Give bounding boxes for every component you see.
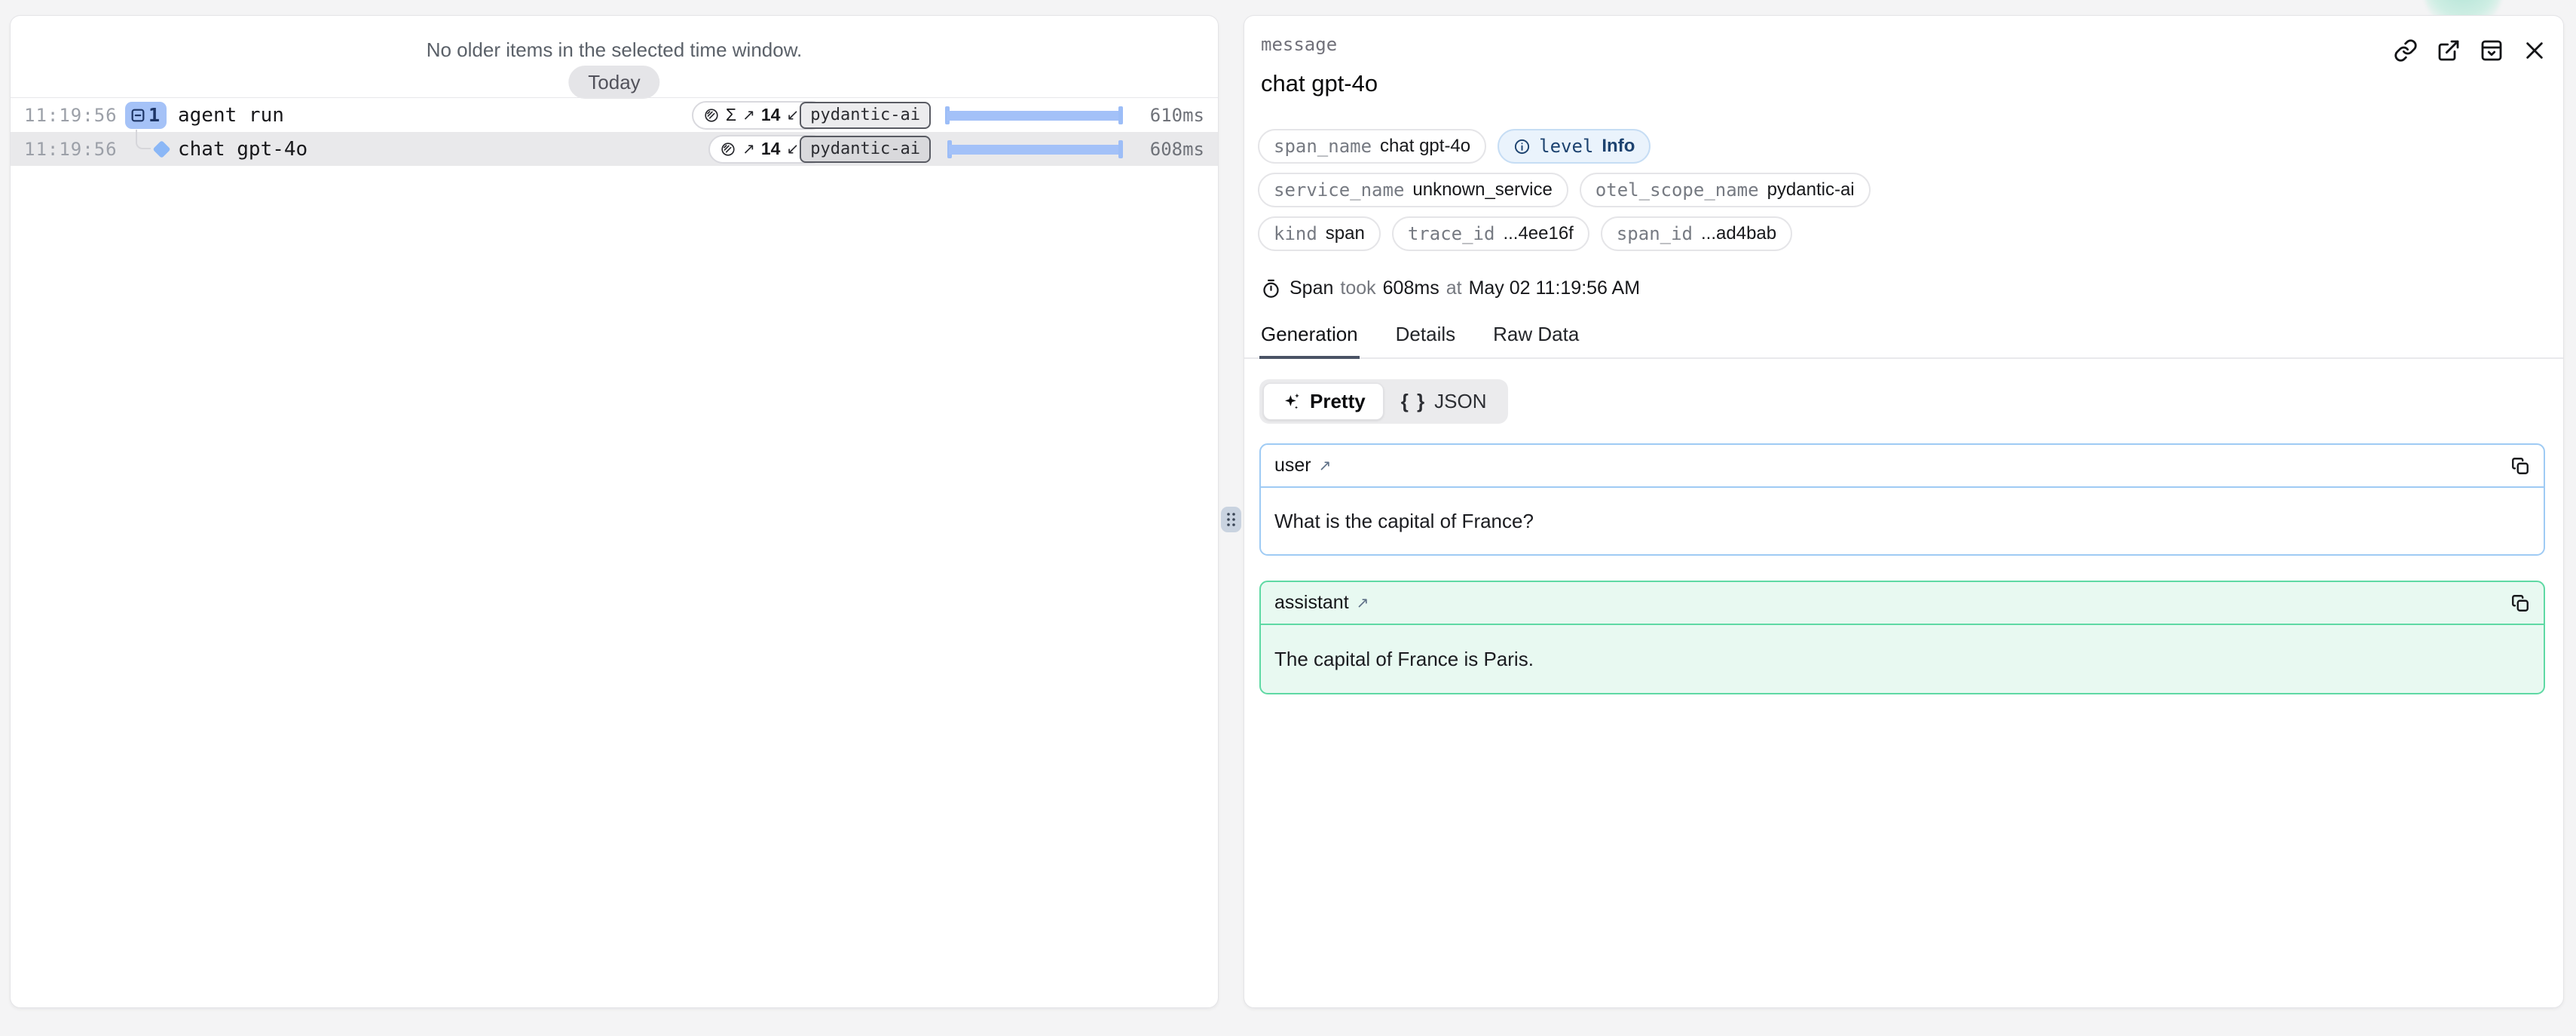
message-card-assistant: assistant ↗ The capital of France is Par…	[1259, 581, 2545, 694]
copy-message-button[interactable]	[2510, 593, 2530, 613]
dock-panel-icon[interactable]	[2480, 38, 2504, 63]
tab-generation[interactable]: Generation	[1259, 323, 1360, 359]
duration-label: 610ms	[1150, 105, 1204, 126]
token-coin-icon	[720, 141, 736, 158]
scope-tag[interactable]: pydantic-ai	[800, 102, 931, 129]
duration-bar	[945, 105, 1123, 126]
info-circle-icon	[1513, 138, 1531, 155]
close-icon[interactable]	[2522, 38, 2547, 63]
tag-service-name: service_name unknown_service	[1258, 173, 1568, 207]
tag-row: kind span trace_id ...4ee16f span_id ...…	[1258, 216, 1792, 251]
tokens-sent-arrow-icon: ↗	[742, 139, 755, 158]
pretty-view-button[interactable]: Pretty	[1263, 383, 1384, 420]
tag-value: chat gpt-4o	[1380, 136, 1470, 157]
tag-level-info: level Info	[1498, 129, 1651, 164]
row-timestamp: 11:19:56	[24, 139, 118, 160]
message-list: user ↗ What is the capital of France? as…	[1259, 443, 2545, 719]
pretty-label: Pretty	[1310, 390, 1366, 413]
tag-key: trace_id	[1408, 223, 1495, 244]
tag-key: service_name	[1274, 179, 1404, 201]
copy-message-button[interactable]	[2510, 456, 2530, 476]
empty-window-notice: No older items in the selected time wind…	[11, 38, 1218, 62]
timing-word: took	[1340, 277, 1375, 299]
trace-list-panel: No older items in the selected time wind…	[10, 15, 1219, 1008]
tree-connector	[136, 130, 151, 149]
timing-word: Span	[1290, 277, 1333, 299]
tag-key: otel_scope_name	[1595, 179, 1759, 201]
span-name: agent run	[178, 104, 284, 127]
timing-word: at	[1446, 277, 1462, 299]
json-label: JSON	[1434, 390, 1486, 413]
view-mode-toggle: Pretty { } JSON	[1259, 379, 1508, 424]
token-coin-icon	[703, 107, 720, 124]
row-timestamp: 11:19:56	[24, 105, 118, 126]
stopwatch-icon	[1261, 278, 1281, 299]
expand-message-icon[interactable]: ↗	[1319, 456, 1332, 475]
panel-resize-handle[interactable]	[1221, 507, 1241, 532]
tokens-sent: 14	[761, 105, 781, 125]
sparkle-icon	[1281, 391, 1302, 412]
tag-value: unknown_service	[1412, 179, 1552, 201]
tag-value: ...ad4bab	[1701, 223, 1776, 244]
tag-key: span_id	[1617, 223, 1693, 244]
tag-row: service_name unknown_service otel_scope_…	[1258, 173, 1871, 207]
message-card-user: user ↗ What is the capital of France?	[1259, 443, 2545, 556]
tag-span-name: span_name chat gpt-4o	[1258, 129, 1486, 164]
tokens-received-arrow-icon: ↙	[786, 106, 799, 124]
span-kind-label: message	[1261, 34, 1337, 55]
span-title: chat gpt-4o	[1261, 70, 1378, 97]
duration-label: 608ms	[1150, 139, 1204, 160]
span-name: chat gpt-4o	[178, 138, 307, 161]
span-detail-panel: message chat	[1244, 15, 2564, 1008]
tag-trace-id: trace_id ...4ee16f	[1392, 216, 1589, 251]
collapse-children-badge[interactable]: 1	[125, 102, 167, 129]
tab-raw-data[interactable]: Raw Data	[1491, 323, 1580, 359]
today-date-chip: Today	[568, 66, 659, 99]
message-header: user ↗	[1261, 445, 2544, 488]
detail-tabbar: Generation Details Raw Data	[1244, 323, 2563, 359]
tag-key: span_name	[1274, 136, 1372, 157]
tag-key: kind	[1274, 223, 1317, 244]
message-role: user	[1274, 455, 1311, 477]
tag-span-id: span_id ...ad4bab	[1601, 216, 1792, 251]
tag-row: span_name chat gpt-4o level Info	[1258, 129, 1651, 164]
trace-row-agent-run[interactable]: 11:19:56 1 agent run Σ ↗14 ↙8 pydantic-a…	[11, 98, 1218, 132]
expand-message-icon[interactable]: ↗	[1357, 593, 1369, 612]
copy-icon	[2510, 593, 2530, 613]
grip-dots-icon	[1225, 511, 1237, 528]
tag-otel-scope-name: otel_scope_name pydantic-ai	[1580, 173, 1871, 207]
braces-icon: { }	[1401, 390, 1426, 413]
span-timing: Span took 608ms at May 02 11:19:56 AM	[1261, 277, 1640, 299]
trace-row-chat-gpt-4o[interactable]: 11:19:56 chat gpt-4o ↗14 ↙8 pydantic-ai …	[11, 132, 1218, 166]
copy-icon	[2510, 456, 2530, 476]
tag-value: Info	[1602, 136, 1635, 157]
timing-duration: 608ms	[1383, 277, 1439, 299]
tokens-received-arrow-icon: ↙	[786, 139, 799, 158]
json-view-button[interactable]: { } JSON	[1384, 383, 1504, 420]
timing-timestamp: May 02 11:19:56 AM	[1469, 277, 1640, 299]
tab-details[interactable]: Details	[1394, 323, 1457, 359]
span-diamond-icon	[152, 139, 170, 158]
duration-bar	[947, 139, 1123, 160]
square-minus-icon	[130, 107, 146, 124]
message-header: assistant ↗	[1261, 582, 2544, 625]
sigma-icon: Σ	[726, 105, 736, 125]
message-content: What is the capital of France?	[1261, 488, 2544, 554]
copy-link-icon[interactable]	[2394, 38, 2418, 63]
detail-toolbar	[2394, 38, 2547, 63]
open-in-new-icon[interactable]	[2437, 38, 2461, 63]
tag-value: span	[1326, 223, 1365, 244]
tag-value: pydantic-ai	[1767, 179, 1855, 201]
tag-key: level	[1539, 136, 1593, 157]
child-count: 1	[148, 104, 160, 126]
tag-value: ...4ee16f	[1503, 223, 1573, 244]
tokens-sent: 14	[761, 139, 781, 159]
tag-kind: kind span	[1258, 216, 1381, 251]
tokens-sent-arrow-icon: ↗	[742, 106, 755, 124]
message-role: assistant	[1274, 592, 1349, 614]
message-content: The capital of France is Paris.	[1261, 625, 2544, 693]
scope-tag[interactable]: pydantic-ai	[800, 136, 931, 163]
